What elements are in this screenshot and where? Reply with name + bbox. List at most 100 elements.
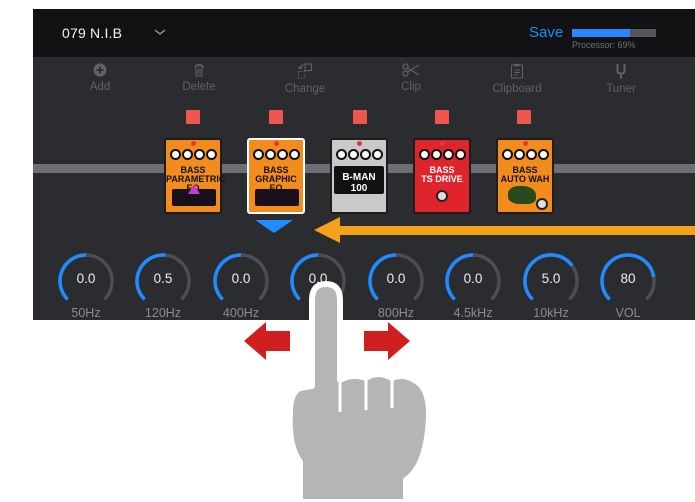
- pedal-knob: [431, 149, 442, 160]
- knob-label: 400Hz: [222, 306, 260, 320]
- knob-label: VOL: [615, 306, 641, 320]
- knob-value: 5.0: [541, 271, 561, 286]
- frog-graphic: [508, 186, 536, 204]
- pedal-led: [273, 141, 279, 146]
- footswitch: [436, 190, 448, 202]
- pedal-led: [439, 141, 445, 146]
- knob-50[interactable]: 0.0: [290, 253, 346, 309]
- save-button[interactable]: Save: [529, 24, 563, 41]
- knob-value: 0.0: [308, 271, 328, 286]
- pedal-name-line2: 100: [350, 183, 368, 194]
- pedal-knob: [455, 149, 466, 160]
- add-label: Add: [89, 81, 111, 93]
- trash-icon: [194, 63, 204, 77]
- pedal-1[interactable]: BASS PARAMETRIC EQ: [164, 138, 225, 214]
- knob-value: 0.5: [153, 271, 173, 286]
- add-button[interactable]: Add: [64, 63, 136, 93]
- pedal-knob: [538, 149, 549, 160]
- pedal-led: [522, 141, 528, 146]
- plus-circle-icon: [93, 63, 107, 77]
- chevron-down-icon[interactable]: [153, 25, 167, 39]
- pedal-toggle-5[interactable]: [517, 110, 531, 124]
- pedal-knob: [514, 149, 525, 160]
- app-window: 079 N.I.B Save Processor: 69% Add Delete…: [33, 9, 695, 320]
- scissors-icon: [402, 63, 420, 77]
- clip-label: Clip: [401, 81, 421, 93]
- pedal-knob: [419, 149, 430, 160]
- selected-pedal-indicator: [255, 220, 293, 233]
- eq-peak-graphic: [188, 184, 200, 194]
- knob-400hz[interactable]: 0.0: [213, 253, 269, 309]
- delete-label: Delete: [182, 81, 216, 93]
- knob-label: 50Hz: [71, 306, 101, 320]
- pedal-knob: [372, 149, 383, 160]
- pedal-toggle-4[interactable]: [435, 110, 449, 124]
- knob-label: 50: [311, 306, 325, 320]
- tuner-label: Tuner: [606, 83, 636, 95]
- pedal-name: B-MAN 100: [332, 172, 386, 194]
- processor-label: Processor: 69%: [572, 40, 636, 50]
- swipe-right-arrow: [364, 322, 410, 360]
- delete-button[interactable]: Delete: [163, 63, 235, 93]
- pedal-knob: [443, 149, 454, 160]
- swap-icon: [297, 63, 313, 79]
- knob-vol[interactable]: 80: [600, 253, 656, 309]
- knob-value: 0.0: [76, 271, 96, 286]
- change-label: Change: [284, 83, 326, 95]
- knob-value: 0.0: [463, 271, 483, 286]
- pedal-5[interactable]: BASS AUTO WAH: [496, 138, 554, 214]
- pedal-knob: [360, 149, 371, 160]
- knob-label: 4.5kHz: [453, 306, 493, 320]
- pedal-led: [190, 141, 196, 146]
- change-button[interactable]: Change: [269, 63, 341, 95]
- pedal-name-line2: AUTO WAH: [500, 174, 550, 184]
- knob-value: 80: [620, 271, 636, 286]
- pedal-knob: [336, 149, 347, 160]
- knob-value: 0.0: [231, 271, 251, 286]
- pedal-knob: [253, 149, 264, 160]
- pedal-led: [356, 141, 362, 146]
- knob-800hz[interactable]: 0.0: [368, 253, 424, 309]
- pedal-name: BASS TS DRIVE: [415, 166, 469, 184]
- processor-meter-fill: [572, 29, 630, 37]
- swipe-left-arrow: [244, 322, 290, 360]
- pedal-screen: [255, 189, 299, 206]
- pedal-knob: [502, 149, 513, 160]
- knob-value: 0.0: [386, 271, 406, 286]
- knob-label: 10kHz: [533, 306, 569, 320]
- knob-50hz[interactable]: 0.0: [58, 253, 114, 309]
- pedal-knob: [206, 149, 217, 160]
- processor-meter: [572, 29, 656, 37]
- pedal-toggle-1[interactable]: [186, 110, 200, 124]
- pedal-knob: [348, 149, 359, 160]
- pedal-knob: [526, 149, 537, 160]
- knob-10khz[interactable]: 5.0: [523, 253, 579, 309]
- pedal-knob: [194, 149, 205, 160]
- tuner-button[interactable]: Tuner: [585, 63, 657, 95]
- tuning-fork-icon: [616, 64, 626, 79]
- pedal-knob: [277, 149, 288, 160]
- pedal-knob: [289, 149, 300, 160]
- clipboard-label: Clipboard: [492, 83, 542, 95]
- pedal-name: BASS AUTO WAH: [498, 166, 552, 184]
- pedal-toggle-3[interactable]: [353, 110, 367, 124]
- pedal-3[interactable]: B-MAN 100: [330, 138, 388, 214]
- top-bar: 079 N.I.B Save Processor: 69%: [33, 9, 695, 57]
- pedal-knob: [170, 149, 181, 160]
- clipboard-button[interactable]: Clipboard: [481, 63, 553, 95]
- clip-button[interactable]: Clip: [375, 63, 447, 93]
- footswitch: [536, 198, 548, 210]
- knob-120hz[interactable]: 0.5: [135, 253, 191, 309]
- pedal-name-line2: TS DRIVE: [421, 174, 463, 184]
- pedal-knob: [182, 149, 193, 160]
- pedal-name-line1: B-MAN: [342, 172, 376, 183]
- pedal-toggle-2[interactable]: [269, 110, 283, 124]
- knob-label: 800Hz: [377, 306, 415, 320]
- clipboard-icon: [510, 63, 524, 79]
- knob-label: 120Hz: [144, 306, 182, 320]
- knob-4.5khz[interactable]: 0.0: [445, 253, 501, 309]
- pedal-2[interactable]: BASS GRAPHIC EQ: [247, 138, 305, 214]
- pedal-knob: [265, 149, 276, 160]
- pedal-4[interactable]: BASS TS DRIVE: [413, 138, 471, 214]
- preset-name[interactable]: 079 N.I.B: [62, 25, 122, 41]
